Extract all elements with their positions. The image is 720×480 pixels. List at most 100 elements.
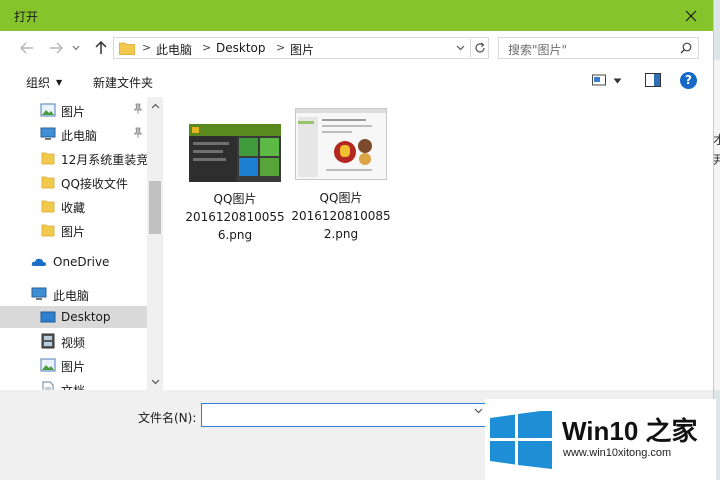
nav-item-folder[interactable]: 收藏 [0,195,147,217]
pin-icon[interactable] [133,103,143,115]
title-bar: 打开 [0,0,713,31]
nav-item-label: 图片 [61,225,86,239]
nav-item-label: 视频 [61,336,86,350]
nav-item-label: OneDrive [53,255,110,269]
nav-item-pictures[interactable]: 图片 [0,354,147,376]
nav-item-pictures-quick[interactable]: 图片 [0,99,147,121]
navigation-pane: 图片 此电脑 12月系统重装竞 QQ接收文件 收藏 图片 OneDrive 此电… [0,97,147,390]
file-name-line: 2.png [323,227,359,241]
nav-item-label: 文档 [61,382,85,390]
chevron-down-icon[interactable] [474,408,483,414]
breadcrumb-pictures[interactable]: 图片 [290,41,314,58]
view-options-icon[interactable] [592,73,606,87]
breadcrumb-separator: > [202,41,212,54]
breadcrumb-separator: > [276,41,286,54]
recent-locations-button[interactable] [71,40,81,56]
back-arrow-icon [20,42,33,54]
onedrive-icon [31,258,46,266]
nav-item-label: QQ接收文件 [61,177,128,191]
nav-item-label: 收藏 [61,201,86,215]
file-item[interactable]: QQ图片 2016120810085 2.png [289,108,393,243]
watermark-url: www.win10xitong.com [563,447,672,459]
caret-down-icon: ▼ [56,78,63,87]
nav-item-this-pc-quick[interactable]: 此电脑 [0,123,147,145]
nav-item-folder[interactable]: QQ接收文件 [0,171,147,193]
folder-icon [41,200,55,213]
nav-item-onedrive[interactable]: OneDrive [0,251,147,273]
computer-icon [31,287,47,300]
nav-item-label: 此电脑 [53,289,90,303]
file-name-line: 6.png [217,228,253,242]
scrollbar-thumb[interactable] [149,181,161,234]
pictures-icon [40,358,56,372]
nav-item-label: 此电脑 [61,129,98,143]
address-dropdown-button[interactable] [452,38,469,58]
scroll-up-button[interactable] [150,101,160,111]
refresh-button[interactable] [470,38,489,58]
nav-item-this-pc[interactable]: 此电脑 [0,283,147,305]
navigation-scrollbar[interactable] [147,97,163,390]
file-name-label: 文件名(N): [138,411,197,425]
back-button[interactable] [18,40,36,56]
refresh-icon [475,42,485,53]
chevron-down-icon [151,379,159,385]
close-icon [685,10,697,21]
nav-item-label: 图片 [61,105,86,119]
window-title: 打开 [14,10,39,24]
file-name-line: QQ图片 [319,191,363,205]
documents-icon [42,381,54,390]
organize-button[interactable]: 组织 ▼ [26,74,62,91]
breadcrumb-this-pc[interactable]: 此电脑 [156,41,192,58]
folder-icon [119,42,135,55]
nav-item-label: Desktop [61,310,111,324]
nav-item-documents[interactable]: 文档 [0,378,147,390]
file-item[interactable]: QQ图片 2016120810055 6.png [183,124,287,244]
search-input[interactable]: 搜索"图片" [508,41,567,58]
background-window [713,60,720,390]
pictures-icon [40,103,56,117]
help-icon[interactable]: ? [680,72,697,89]
forward-button[interactable] [47,40,65,56]
folder-icon [41,152,55,165]
search-box[interactable]: 搜索"图片" [498,37,699,59]
watermark: Win10 之家 www.win10xitong.com [485,399,716,480]
file-name: QQ图片 2016120810085 2.png [289,189,393,243]
image-thumbnail [295,108,387,180]
command-bar: 组织 ▼ 新建文件夹 ? [0,65,713,97]
file-name-input[interactable] [201,403,499,427]
preview-pane-icon[interactable] [645,73,661,87]
folder-icon [41,224,55,237]
file-name-line: 2016120810085 [291,209,391,223]
address-bar[interactable]: > 此电脑 > Desktop > 图片 [113,37,489,59]
pin-icon[interactable] [133,127,143,139]
videos-icon [41,333,55,349]
close-button[interactable] [669,0,713,31]
chevron-down-icon [456,45,465,51]
file-name-line: 2016120810055 [185,210,285,224]
nav-item-folder[interactable]: 12月系统重装竞 [0,147,147,169]
file-list: QQ图片 2016120810055 6.png QQ图片 2016120810… [163,97,713,390]
organize-label: 组织 [26,76,51,90]
file-name-line: QQ图片 [213,192,257,206]
computer-icon [40,127,56,140]
caret-down-icon[interactable] [613,78,622,84]
scroll-down-button[interactable] [150,377,160,387]
windows-logo-icon [490,411,552,469]
breadcrumb-separator: > [142,41,152,54]
chevron-down-icon [72,45,80,51]
up-button[interactable] [92,40,110,56]
file-name: QQ图片 2016120810055 6.png [183,190,287,244]
nav-item-desktop[interactable]: Desktop [0,306,147,328]
up-arrow-icon [95,41,107,54]
search-icon [680,42,692,54]
watermark-title: Win10 之家 [562,416,698,446]
nav-item-label: 图片 [61,360,86,374]
nav-item-folder[interactable]: 图片 [0,219,147,241]
address-bar-row: > 此电脑 > Desktop > 图片 搜索"图片" [0,31,713,65]
new-folder-button[interactable]: 新建文件夹 [93,74,153,91]
nav-item-label: 12月系统重装竞 [61,153,147,167]
forward-arrow-icon [50,42,63,54]
chevron-up-icon [151,103,159,109]
nav-item-videos[interactable]: 视频 [0,330,147,352]
breadcrumb-desktop[interactable]: Desktop [216,41,266,55]
